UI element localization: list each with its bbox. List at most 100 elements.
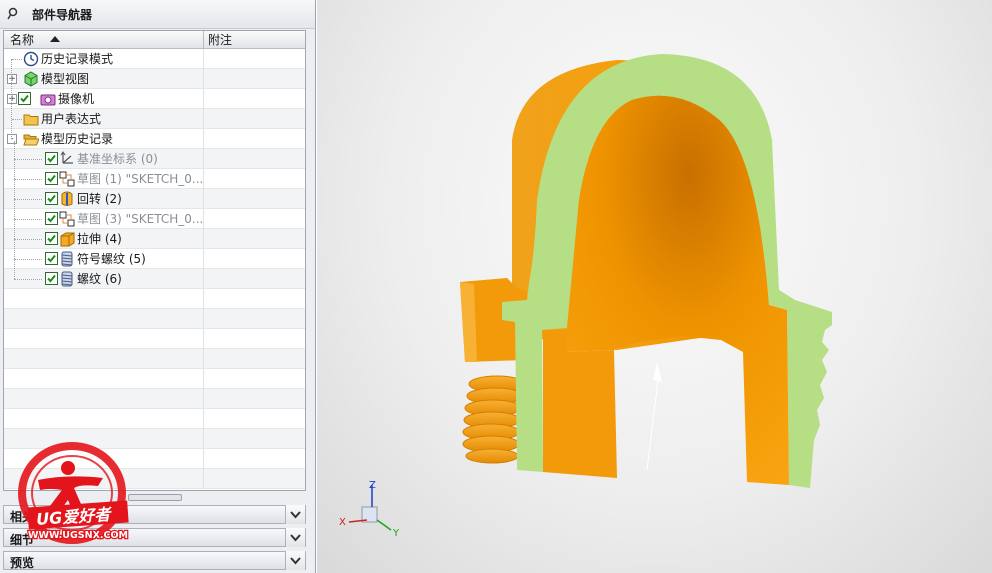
tree-row-label: 符号螺纹 (5) [77, 252, 146, 266]
empty-row [4, 369, 305, 389]
tree-connector [14, 279, 42, 280]
empty-row [4, 309, 305, 329]
tree-connector [14, 159, 42, 160]
visibility-checkbox[interactable] [45, 172, 58, 185]
tree-row-label: 回转 (2) [77, 192, 122, 206]
column-divider [203, 209, 204, 228]
tree-row[interactable]: + 摄像机 [4, 89, 305, 109]
visibility-checkbox[interactable] [45, 212, 58, 225]
tree-row[interactable]: 基准坐标系 (0) [4, 149, 305, 169]
tree-row[interactable]: 回转 (2) [4, 189, 305, 209]
tree-row[interactable]: 历史记录模式 [4, 49, 305, 69]
column-divider [203, 349, 204, 368]
view-triad: Z X Y [339, 480, 400, 539]
folder-open-icon [23, 131, 40, 147]
column-divider [203, 249, 204, 268]
tree-connector [11, 59, 12, 139]
tree-row-label: 草图 (3) "SKETCH_0... [77, 212, 204, 226]
tree-row[interactable]: 符号螺纹 (5) [4, 249, 305, 269]
visibility-checkbox[interactable] [18, 92, 31, 105]
column-divider [203, 49, 204, 68]
tree-row-label: 草图 (1) "SKETCH_0... [77, 172, 204, 186]
column-divider [203, 269, 204, 288]
navigator-tree-table[interactable]: 名称 附注 历史记录模式 + 模型视图 + 摄像机 用户表达式 - 模型历史记录 基准坐标系 (… [3, 30, 306, 491]
visibility-checkbox[interactable] [45, 232, 58, 245]
expand-toggle[interactable]: + [7, 74, 17, 84]
tree-row[interactable]: 草图 (1) "SKETCH_0... [4, 169, 305, 189]
column-divider [203, 469, 204, 488]
collapse-toggle[interactable]: - [7, 134, 17, 144]
pin-icon[interactable] [7, 7, 20, 20]
panel-preview-toggle[interactable] [285, 551, 305, 570]
tree-row-label: 历史记录模式 [41, 52, 114, 66]
column-divider [203, 69, 204, 88]
column-header-name[interactable]: 名称 [4, 31, 204, 49]
camera-icon [40, 91, 56, 107]
tree-connector [14, 179, 42, 180]
column-divider [203, 89, 204, 108]
column-header-note[interactable]: 附注 [204, 31, 305, 49]
visibility-checkbox[interactable] [45, 192, 58, 205]
tree-connector [14, 219, 42, 220]
panel-details-toggle[interactable] [285, 528, 305, 547]
model-view-icon [23, 71, 39, 87]
expand-toggle[interactable]: + [7, 94, 17, 104]
empty-row [4, 289, 305, 309]
sort-ascending-icon [50, 36, 60, 42]
part-model[interactable] [317, 0, 992, 573]
tree-row-label: 模型历史记录 [41, 132, 114, 146]
ugsnx-watermark-logo: UG爱好者 WWW.UGSNX.COM [18, 442, 129, 544]
tree-row[interactable]: - 模型历史记录 [4, 129, 305, 149]
navigator-title: 部件导航器 [32, 8, 93, 22]
chevron-down-icon [290, 557, 301, 565]
visibility-checkbox[interactable] [45, 252, 58, 265]
tree-connector [14, 239, 42, 240]
datum-csys-icon [59, 151, 75, 167]
axis-y-label: Y [392, 528, 400, 539]
graphics-viewport[interactable]: Z X Y [317, 0, 992, 573]
chevron-down-icon [290, 534, 301, 542]
thread-icon [59, 271, 75, 287]
empty-row [4, 349, 305, 369]
tree-row-label: 拉伸 (4) [77, 232, 122, 246]
clock-icon [23, 51, 39, 67]
extrude-icon [59, 231, 75, 247]
column-divider [203, 149, 204, 168]
column-divider [203, 369, 204, 388]
column-divider [203, 389, 204, 408]
sketch-icon [59, 211, 75, 227]
column-name-label: 名称 [10, 33, 35, 47]
column-divider [203, 189, 204, 208]
tree-connector [12, 119, 22, 120]
visibility-checkbox[interactable] [45, 272, 58, 285]
empty-row [4, 329, 305, 349]
column-divider [203, 169, 204, 188]
thread-icon [59, 251, 75, 267]
axis-x-label: X [339, 517, 346, 528]
panel-dependencies-toggle[interactable] [285, 505, 305, 524]
tree-row[interactable]: + 模型视图 [4, 69, 305, 89]
tree-row-label: 基准坐标系 (0) [77, 152, 158, 166]
empty-row [4, 409, 305, 429]
tree-row-label: 螺纹 (6) [77, 272, 122, 286]
tree-row[interactable]: 螺纹 (6) [4, 269, 305, 289]
column-note-label: 附注 [208, 33, 233, 47]
tree-connector [14, 199, 42, 200]
tree-connector [14, 141, 15, 279]
tree-row-label: 摄像机 [58, 92, 95, 106]
tree-connector [14, 259, 42, 260]
column-divider [203, 289, 204, 308]
watermark-url: WWW.UGSNX.COM [28, 530, 128, 541]
visibility-checkbox[interactable] [45, 152, 58, 165]
column-divider [203, 109, 204, 128]
navigator-header: 部件导航器 [0, 0, 315, 29]
sketch-icon [59, 171, 75, 187]
column-divider [203, 429, 204, 448]
tree-row[interactable]: 草图 (3) "SKETCH_0... [4, 209, 305, 229]
tree-row[interactable]: 拉伸 (4) [4, 229, 305, 249]
column-divider [203, 309, 204, 328]
tree-row-label: 用户表达式 [41, 112, 102, 126]
watermark-brand: UG爱好者 [36, 505, 114, 529]
tree-row[interactable]: 用户表达式 [4, 109, 305, 129]
revolve-icon [59, 191, 75, 207]
